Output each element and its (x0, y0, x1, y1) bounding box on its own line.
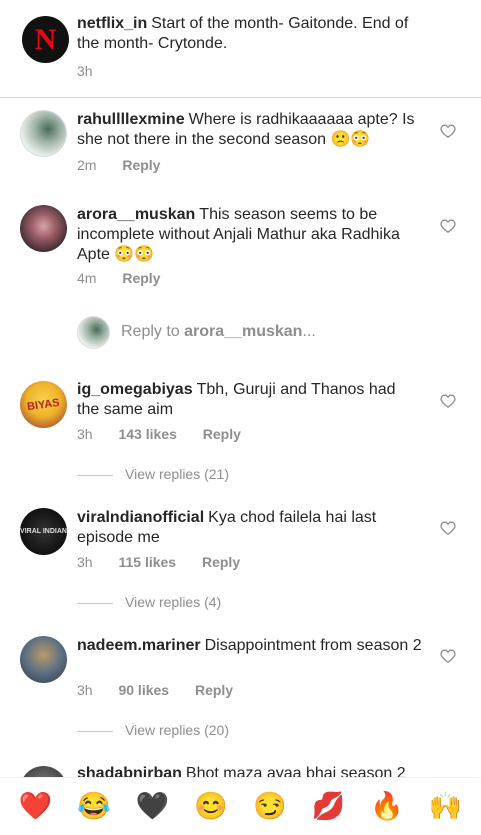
view-replies-label: View replies (4) (125, 594, 222, 610)
likes-count[interactable]: 143 likes (118, 426, 176, 442)
view-replies-line (77, 474, 113, 476)
caption-username[interactable]: netflix_in (77, 15, 147, 32)
comment-meta: 2m Reply (77, 157, 182, 173)
comment-time: 4m (77, 270, 97, 286)
reply-to-suffix: ... (302, 323, 316, 340)
view-replies-label: View replies (21) (125, 466, 230, 482)
tears-of-joy-emoji-icon[interactable]: 😂 (77, 793, 111, 820)
reply-input[interactable]: Reply to arora__muskan... (121, 323, 316, 341)
comment-username[interactable]: rahullllexmine (77, 111, 185, 128)
reply-button[interactable]: Reply (203, 426, 241, 442)
comment-meta: 3h 90 likes Reply (77, 682, 255, 698)
avatar[interactable] (20, 110, 67, 157)
like-heart-icon[interactable] (440, 648, 456, 663)
comment-username[interactable]: nadeem.mariner (77, 637, 201, 654)
raising-hands-emoji-icon[interactable]: 🙌 (429, 793, 463, 820)
comment-text: viralndianofficial Kya chod failela hai l… (77, 508, 422, 548)
comment-text: rahullllexmine Where is radhikaaaaaa apte… (77, 110, 422, 150)
view-replies-line (77, 602, 113, 604)
avatar[interactable]: VIRAL INDIAN (20, 508, 67, 555)
avatar-text: BIYAS (26, 396, 61, 413)
like-heart-icon[interactable] (440, 393, 456, 408)
comment-text: ig_omegabiyas Tbh, Guruji and Thanos had … (77, 380, 422, 420)
smirk-emoji-icon[interactable]: 😏 (253, 793, 287, 820)
avatar[interactable] (20, 636, 67, 683)
comment-username[interactable]: viralndianofficial (77, 509, 204, 526)
comment-time: 3h (77, 426, 93, 442)
avatar[interactable]: BIYAS (20, 381, 67, 428)
likes-count[interactable]: 115 likes (118, 554, 176, 570)
reply-button[interactable]: Reply (195, 682, 233, 698)
comment-text: nadeem.mariner Disappointment from season… (77, 636, 422, 656)
emoji-reaction-bar: ❤️ 😂 🖤 😊 😏 💋 🔥 🙌 (0, 777, 481, 835)
comment-meta: 3h 143 likes Reply (77, 426, 263, 442)
view-replies-line (77, 730, 113, 732)
view-replies-button[interactable]: View replies (20) (77, 722, 229, 738)
caption-avatar[interactable]: N (22, 16, 69, 63)
comment-username[interactable]: shadabnirban (77, 765, 182, 777)
like-heart-icon[interactable] (440, 218, 456, 233)
reply-to-prefix: Reply to (121, 323, 185, 340)
red-heart-emoji-icon[interactable]: ❤️ (19, 793, 53, 820)
fire-emoji-icon[interactable]: 🔥 (370, 793, 404, 820)
reply-button[interactable]: Reply (202, 554, 240, 570)
view-replies-label: View replies (20) (125, 722, 230, 738)
caption-meta: 3h (77, 63, 115, 79)
black-heart-emoji-icon[interactable]: 🖤 (136, 793, 170, 820)
kiss-mark-emoji-icon[interactable]: 💋 (312, 793, 346, 820)
view-replies-button[interactable]: View replies (21) (77, 466, 229, 482)
comment-meta: 3h 115 likes Reply (77, 554, 262, 570)
view-replies-button[interactable]: View replies (4) (77, 594, 221, 610)
comment-body: Disappointment from season 2 (204, 637, 422, 654)
comment-partial: shadabnirban Bhot maza ayaa bhai season 2 (0, 763, 481, 777)
avatar-text: VIRAL INDIAN (20, 528, 67, 535)
smiling-emoji-icon[interactable]: 😊 (194, 793, 228, 820)
comment-text: arora__muskan This season seems to be inc… (77, 205, 422, 265)
reply-to-username: arora__muskan (184, 323, 303, 340)
reply-button[interactable]: Reply (122, 270, 160, 286)
comment-time: 3h (77, 682, 93, 698)
comment-username[interactable]: arora__muskan (77, 206, 195, 223)
caption-time: 3h (77, 63, 93, 79)
comment-time: 3h (77, 554, 93, 570)
comment-username[interactable]: ig_omegabiyas (77, 381, 193, 398)
comment-meta: 4m Reply (77, 270, 182, 286)
like-heart-icon[interactable] (440, 520, 456, 535)
avatar[interactable] (20, 205, 67, 252)
comment-text: shadabnirban Bhot maza ayaa bhai season 2 (77, 764, 437, 777)
netflix-logo-icon: N (34, 22, 57, 56)
comment-body: Bhot maza ayaa bhai season 2 (185, 765, 406, 777)
caption-divider (0, 97, 481, 98)
like-heart-icon[interactable] (440, 123, 456, 138)
reply-button[interactable]: Reply (122, 157, 160, 173)
avatar[interactable] (20, 766, 67, 777)
caption-text: netflix_in Start of the month- Gaitonde. … (77, 14, 417, 54)
likes-count[interactable]: 90 likes (118, 682, 169, 698)
caption: N netflix_in Start of the month- Gaitonde… (0, 0, 481, 97)
comment-time: 2m (77, 157, 97, 173)
current-user-avatar (77, 316, 110, 349)
